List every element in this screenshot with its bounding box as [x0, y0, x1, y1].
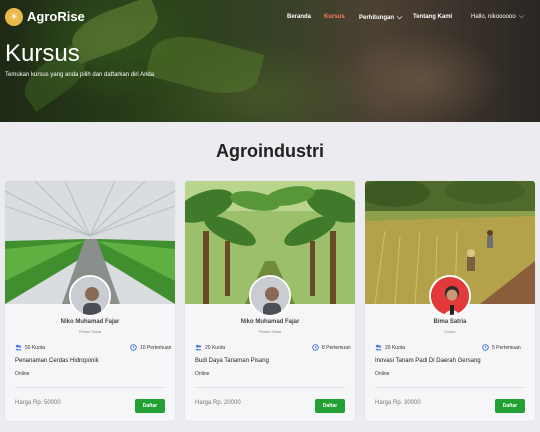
mentor-role: Petani Sukai: [258, 329, 282, 334]
page-subtitle: Temukan kursus yang anda pilih dan dafta…: [5, 72, 155, 78]
chevron-down-icon: ⌵: [397, 14, 403, 21]
nav-item-perhitungan[interactable]: Perhitungan ⌵: [359, 14, 402, 22]
sun-logo-icon[interactable]: ☀: [5, 8, 23, 26]
course-card[interactable]: Niko Muhamad Fajar Petani Sukai 50 Kuota…: [5, 181, 175, 421]
sessions-text: 10 Pertemuan: [140, 344, 172, 351]
mentor-name: Niko Muhamad Fajar: [240, 319, 300, 325]
clock-icon: [312, 344, 319, 351]
mentor-role: Petani Sukai: [78, 329, 102, 334]
avatar: [429, 275, 471, 317]
user-greeting: Hallo, nikoooooo: [471, 14, 516, 20]
users-icon: [375, 344, 382, 351]
sessions-info: 8 Pertemuan: [312, 344, 351, 351]
course-title: Penanaman Cerdas Hidroponik: [15, 358, 99, 364]
quota-text: 50 Kuota: [25, 344, 46, 351]
course-mode: Online: [195, 371, 210, 377]
hero-leaf-decoration: [145, 26, 265, 104]
course-title: Budi Daya Tanaman Pisang: [195, 358, 269, 364]
nav-item-kursus[interactable]: Kursus: [324, 14, 345, 20]
course-card[interactable]: Bima Satria Dosen 20 Kuota 5 Pertemuan I…: [365, 181, 535, 421]
user-menu[interactable]: Hallo, nikoooooo ⌵: [471, 13, 524, 21]
quota-info: 50 Kuota: [15, 344, 45, 351]
mentor-name: Bima Satria: [433, 319, 467, 325]
quota-text: 20 Kuota: [385, 344, 406, 351]
users-icon: [15, 344, 22, 351]
course-mode: Online: [375, 371, 390, 377]
course-price: Harga Rp. 20000: [195, 400, 241, 406]
daftar-button[interactable]: Daftar: [135, 399, 165, 413]
sessions-info: 5 Pertemuan: [482, 344, 521, 351]
brand-name[interactable]: AgroRise: [27, 9, 85, 24]
sessions-info: 10 Pertemuan: [130, 344, 171, 351]
clock-icon: [130, 344, 137, 351]
course-mode: Online: [15, 371, 30, 377]
quota-text: 20 Kuota: [205, 344, 226, 351]
daftar-button[interactable]: Daftar: [315, 399, 345, 413]
course-price: Harga Rp. 30000: [375, 400, 421, 406]
clock-icon: [482, 344, 489, 351]
hero-banner: ☀ AgroRise Beranda Kursus Perhitungan ⌵ T…: [0, 0, 540, 122]
nav-item-beranda[interactable]: Beranda: [287, 14, 311, 20]
course-price: Harga Rp. 50000: [15, 400, 61, 406]
chevron-down-icon: ⌵: [518, 13, 525, 20]
divider: [375, 387, 525, 388]
page-title: Kursus: [5, 40, 80, 67]
daftar-button[interactable]: Daftar: [495, 399, 525, 413]
divider: [195, 387, 345, 388]
sessions-text: 5 Pertemuan: [492, 344, 521, 351]
mentor-name: Niko Muhamad Fajar: [60, 319, 120, 325]
quota-info: 20 Kuota: [375, 344, 405, 351]
avatar: [249, 275, 291, 317]
top-navbar: ☀ AgroRise Beranda Kursus Perhitungan ⌵ T…: [0, 0, 540, 36]
mentor-role: Dosen: [444, 329, 456, 334]
quota-info: 20 Kuota: [195, 344, 225, 351]
section-title: Agroindustri: [216, 141, 324, 161]
users-icon: [195, 344, 202, 351]
sessions-text: 8 Pertemuan: [322, 344, 351, 351]
course-title: Inovasi Tanam Padi Di Daerah Gersang: [375, 358, 481, 364]
nav-item-perhitungan-label: Perhitungan: [359, 15, 395, 21]
divider: [15, 387, 165, 388]
course-card[interactable]: Niko Muhamad Fajar Petani Sukai 20 Kuota…: [185, 181, 355, 421]
avatar: [69, 275, 111, 317]
nav-item-tentang-kami[interactable]: Tentang Kami: [413, 14, 452, 20]
